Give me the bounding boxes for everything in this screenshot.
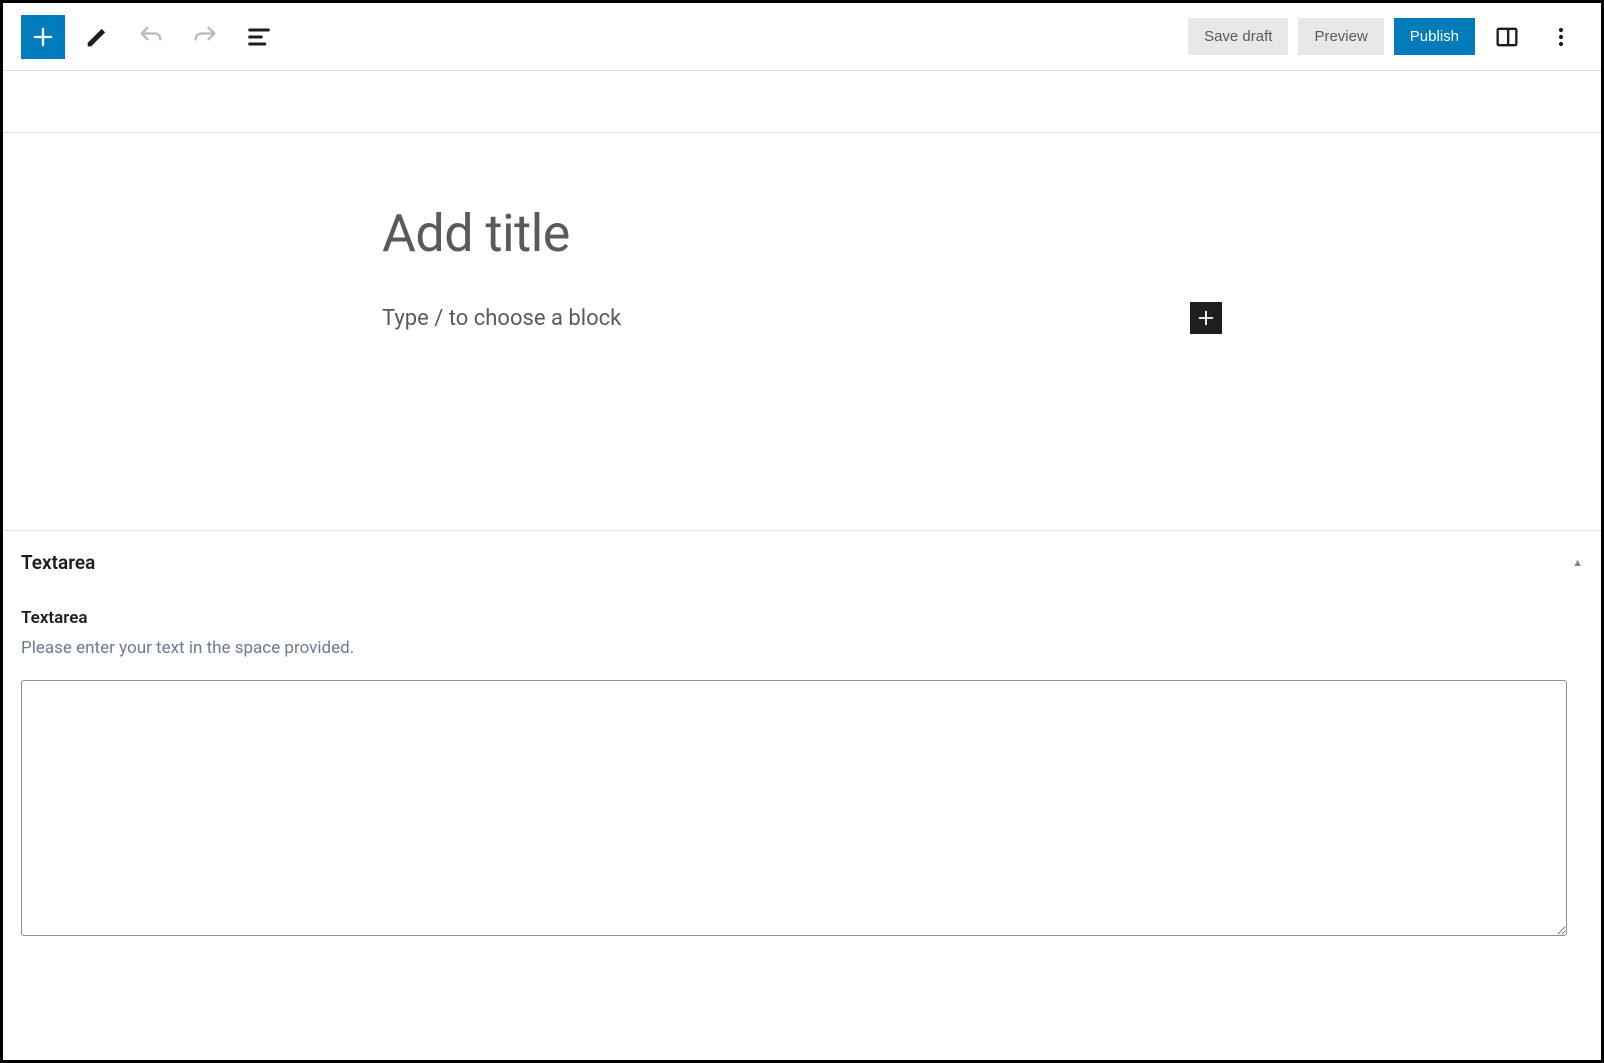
textarea-field-label: Textarea <box>21 608 1583 628</box>
editor-top-spacer <box>3 71 1601 133</box>
panel-header[interactable]: Textarea ▲ <box>21 531 1583 588</box>
block-placeholder-text[interactable]: Type / to choose a block <box>382 306 621 331</box>
textarea-field-description: Please enter your text in the space prov… <box>21 638 1583 658</box>
edit-mode-button[interactable] <box>75 15 119 59</box>
pencil-icon <box>83 23 111 51</box>
publish-button[interactable]: Publish <box>1394 18 1475 55</box>
save-draft-button[interactable]: Save draft <box>1188 18 1288 55</box>
redo-icon <box>191 23 219 51</box>
sidebar-icon <box>1493 23 1521 51</box>
textarea-input[interactable] <box>21 680 1567 936</box>
inline-add-block-button[interactable] <box>1190 302 1222 334</box>
editor-toolbar: Save draft Preview Publish <box>3 3 1601 71</box>
settings-sidebar-button[interactable] <box>1485 15 1529 59</box>
editor-content: Type / to choose a block <box>382 133 1222 334</box>
document-overview-button[interactable] <box>237 15 281 59</box>
default-block-row: Type / to choose a block <box>382 302 1222 334</box>
more-vertical-icon <box>1547 23 1575 51</box>
collapse-icon[interactable]: ▲ <box>1572 556 1583 569</box>
list-view-icon <box>245 23 273 51</box>
toolbar-left-group <box>21 15 281 59</box>
add-block-button[interactable] <box>21 15 65 59</box>
editor-canvas: Type / to choose a block <box>3 71 1601 531</box>
plus-icon <box>29 23 57 51</box>
panel-title: Textarea <box>21 551 95 574</box>
toolbar-right-group: Save draft Preview Publish <box>1188 15 1583 59</box>
undo-button[interactable] <box>129 15 173 59</box>
post-title-input[interactable] <box>382 203 1222 264</box>
more-options-button[interactable] <box>1539 15 1583 59</box>
preview-button[interactable]: Preview <box>1298 18 1383 55</box>
plus-icon <box>1195 307 1217 329</box>
textarea-panel: Textarea ▲ Textarea Please enter your te… <box>3 531 1601 940</box>
redo-button[interactable] <box>183 15 227 59</box>
undo-icon <box>137 23 165 51</box>
